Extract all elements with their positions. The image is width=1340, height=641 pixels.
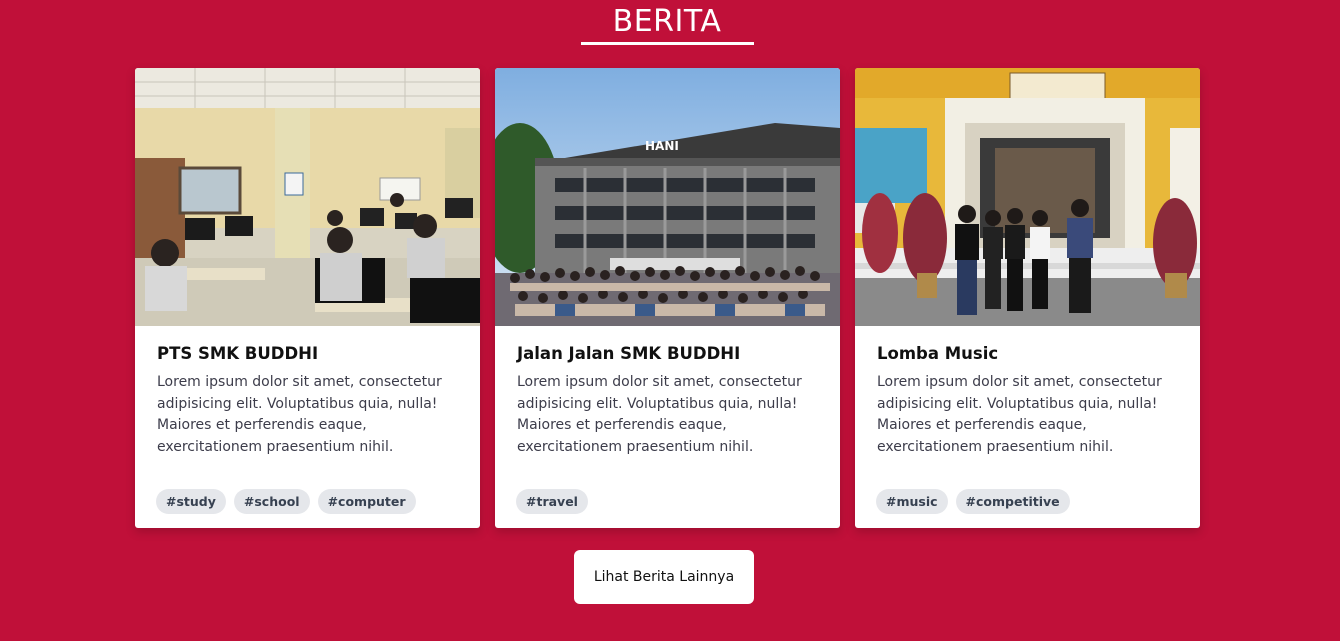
title-underline bbox=[581, 42, 754, 45]
tag-list: #travel bbox=[516, 489, 588, 514]
tag-music[interactable]: #music bbox=[876, 489, 948, 514]
more-news-button[interactable]: Lihat Berita Lainnya bbox=[574, 550, 754, 604]
tag-list: #study #school #computer bbox=[156, 489, 416, 514]
news-title[interactable]: Lomba Music bbox=[877, 344, 998, 363]
news-excerpt: Lorem ipsum dolor sit amet, consectetur … bbox=[877, 374, 1162, 456]
news-image-hotel-group: HANI bbox=[495, 68, 840, 326]
news-image-school-entrance bbox=[855, 68, 1200, 326]
news-excerpt: Lorem ipsum dolor sit amet, consectetur … bbox=[157, 374, 442, 456]
tag-study[interactable]: #study bbox=[156, 489, 226, 514]
tag-competitive[interactable]: #competitive bbox=[955, 489, 1070, 514]
news-title[interactable]: PTS SMK BUDDHI bbox=[157, 344, 318, 363]
news-excerpt: Lorem ipsum dolor sit amet, consectetur … bbox=[517, 374, 802, 456]
section-title: BERITA bbox=[612, 4, 722, 39]
tag-computer[interactable]: #computer bbox=[317, 489, 416, 514]
news-title[interactable]: Jalan Jalan SMK BUDDHI bbox=[517, 344, 740, 363]
news-image-classroom bbox=[135, 68, 480, 326]
news-card-jalan-jalan[interactable]: HANI Jalan Jalan SMK BUDDHI Lorem ipsum … bbox=[495, 68, 840, 528]
news-card-pts[interactable]: PTS SMK BUDDHI Lorem ipsum dolor sit ame… bbox=[135, 68, 480, 528]
news-card-lomba-music[interactable]: Lomba Music Lorem ipsum dolor sit amet, … bbox=[855, 68, 1200, 528]
tag-list: #music #competitive bbox=[876, 489, 1070, 514]
tag-school[interactable]: #school bbox=[233, 489, 310, 514]
tag-travel[interactable]: #travel bbox=[516, 489, 588, 514]
svg-text:HANI: HANI bbox=[645, 139, 679, 153]
